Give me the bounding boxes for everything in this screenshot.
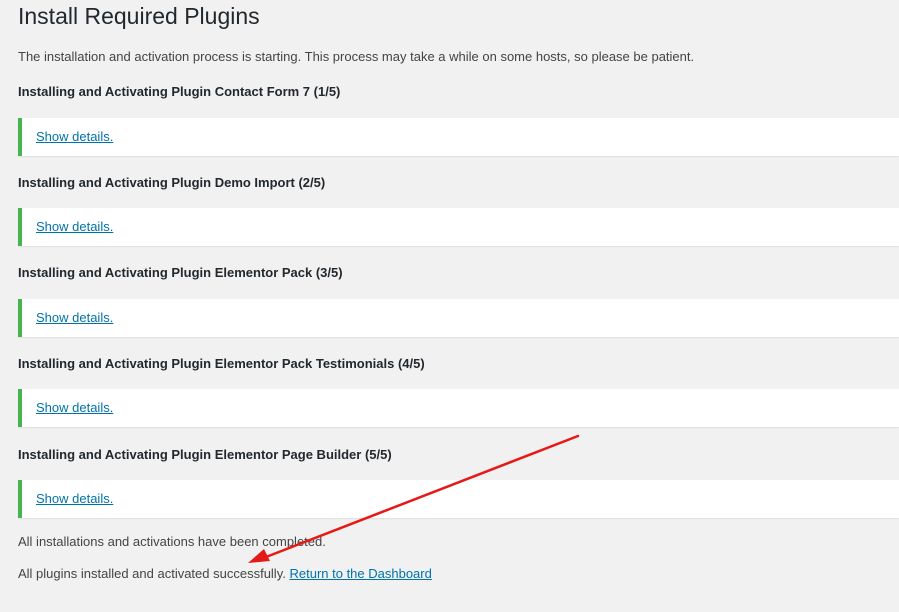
step-heading-5: Installing and Activating Plugin Element…	[18, 447, 392, 462]
return-dashboard-link[interactable]: Return to the Dashboard	[289, 566, 431, 581]
step-heading-3: Installing and Activating Plugin Element…	[18, 265, 343, 280]
step-notice-1: Show details.	[18, 118, 899, 156]
step-notice-2: Show details.	[18, 208, 899, 246]
intro-text: The installation and activation process …	[18, 49, 695, 64]
success-message: All plugins installed and activated succ…	[18, 565, 432, 583]
step-heading-1: Installing and Activating Plugin Contact…	[18, 84, 341, 99]
show-details-link-3[interactable]: Show details.	[36, 309, 113, 327]
page-title: Install Required Plugins	[18, 3, 260, 29]
show-details-link-2[interactable]: Show details.	[36, 218, 113, 236]
show-details-link-4[interactable]: Show details.	[36, 399, 113, 417]
step-notice-4: Show details.	[18, 389, 899, 427]
step-heading-2: Installing and Activating Plugin Demo Im…	[18, 175, 326, 190]
step-heading-4: Installing and Activating Plugin Element…	[18, 356, 425, 371]
show-details-link-5[interactable]: Show details.	[36, 490, 113, 508]
success-text: All plugins installed and activated succ…	[18, 566, 286, 581]
step-notice-3: Show details.	[18, 299, 899, 337]
step-notice-5: Show details.	[18, 480, 899, 518]
show-details-link-1[interactable]: Show details.	[36, 128, 113, 146]
completed-message: All installations and activations have b…	[18, 534, 326, 549]
